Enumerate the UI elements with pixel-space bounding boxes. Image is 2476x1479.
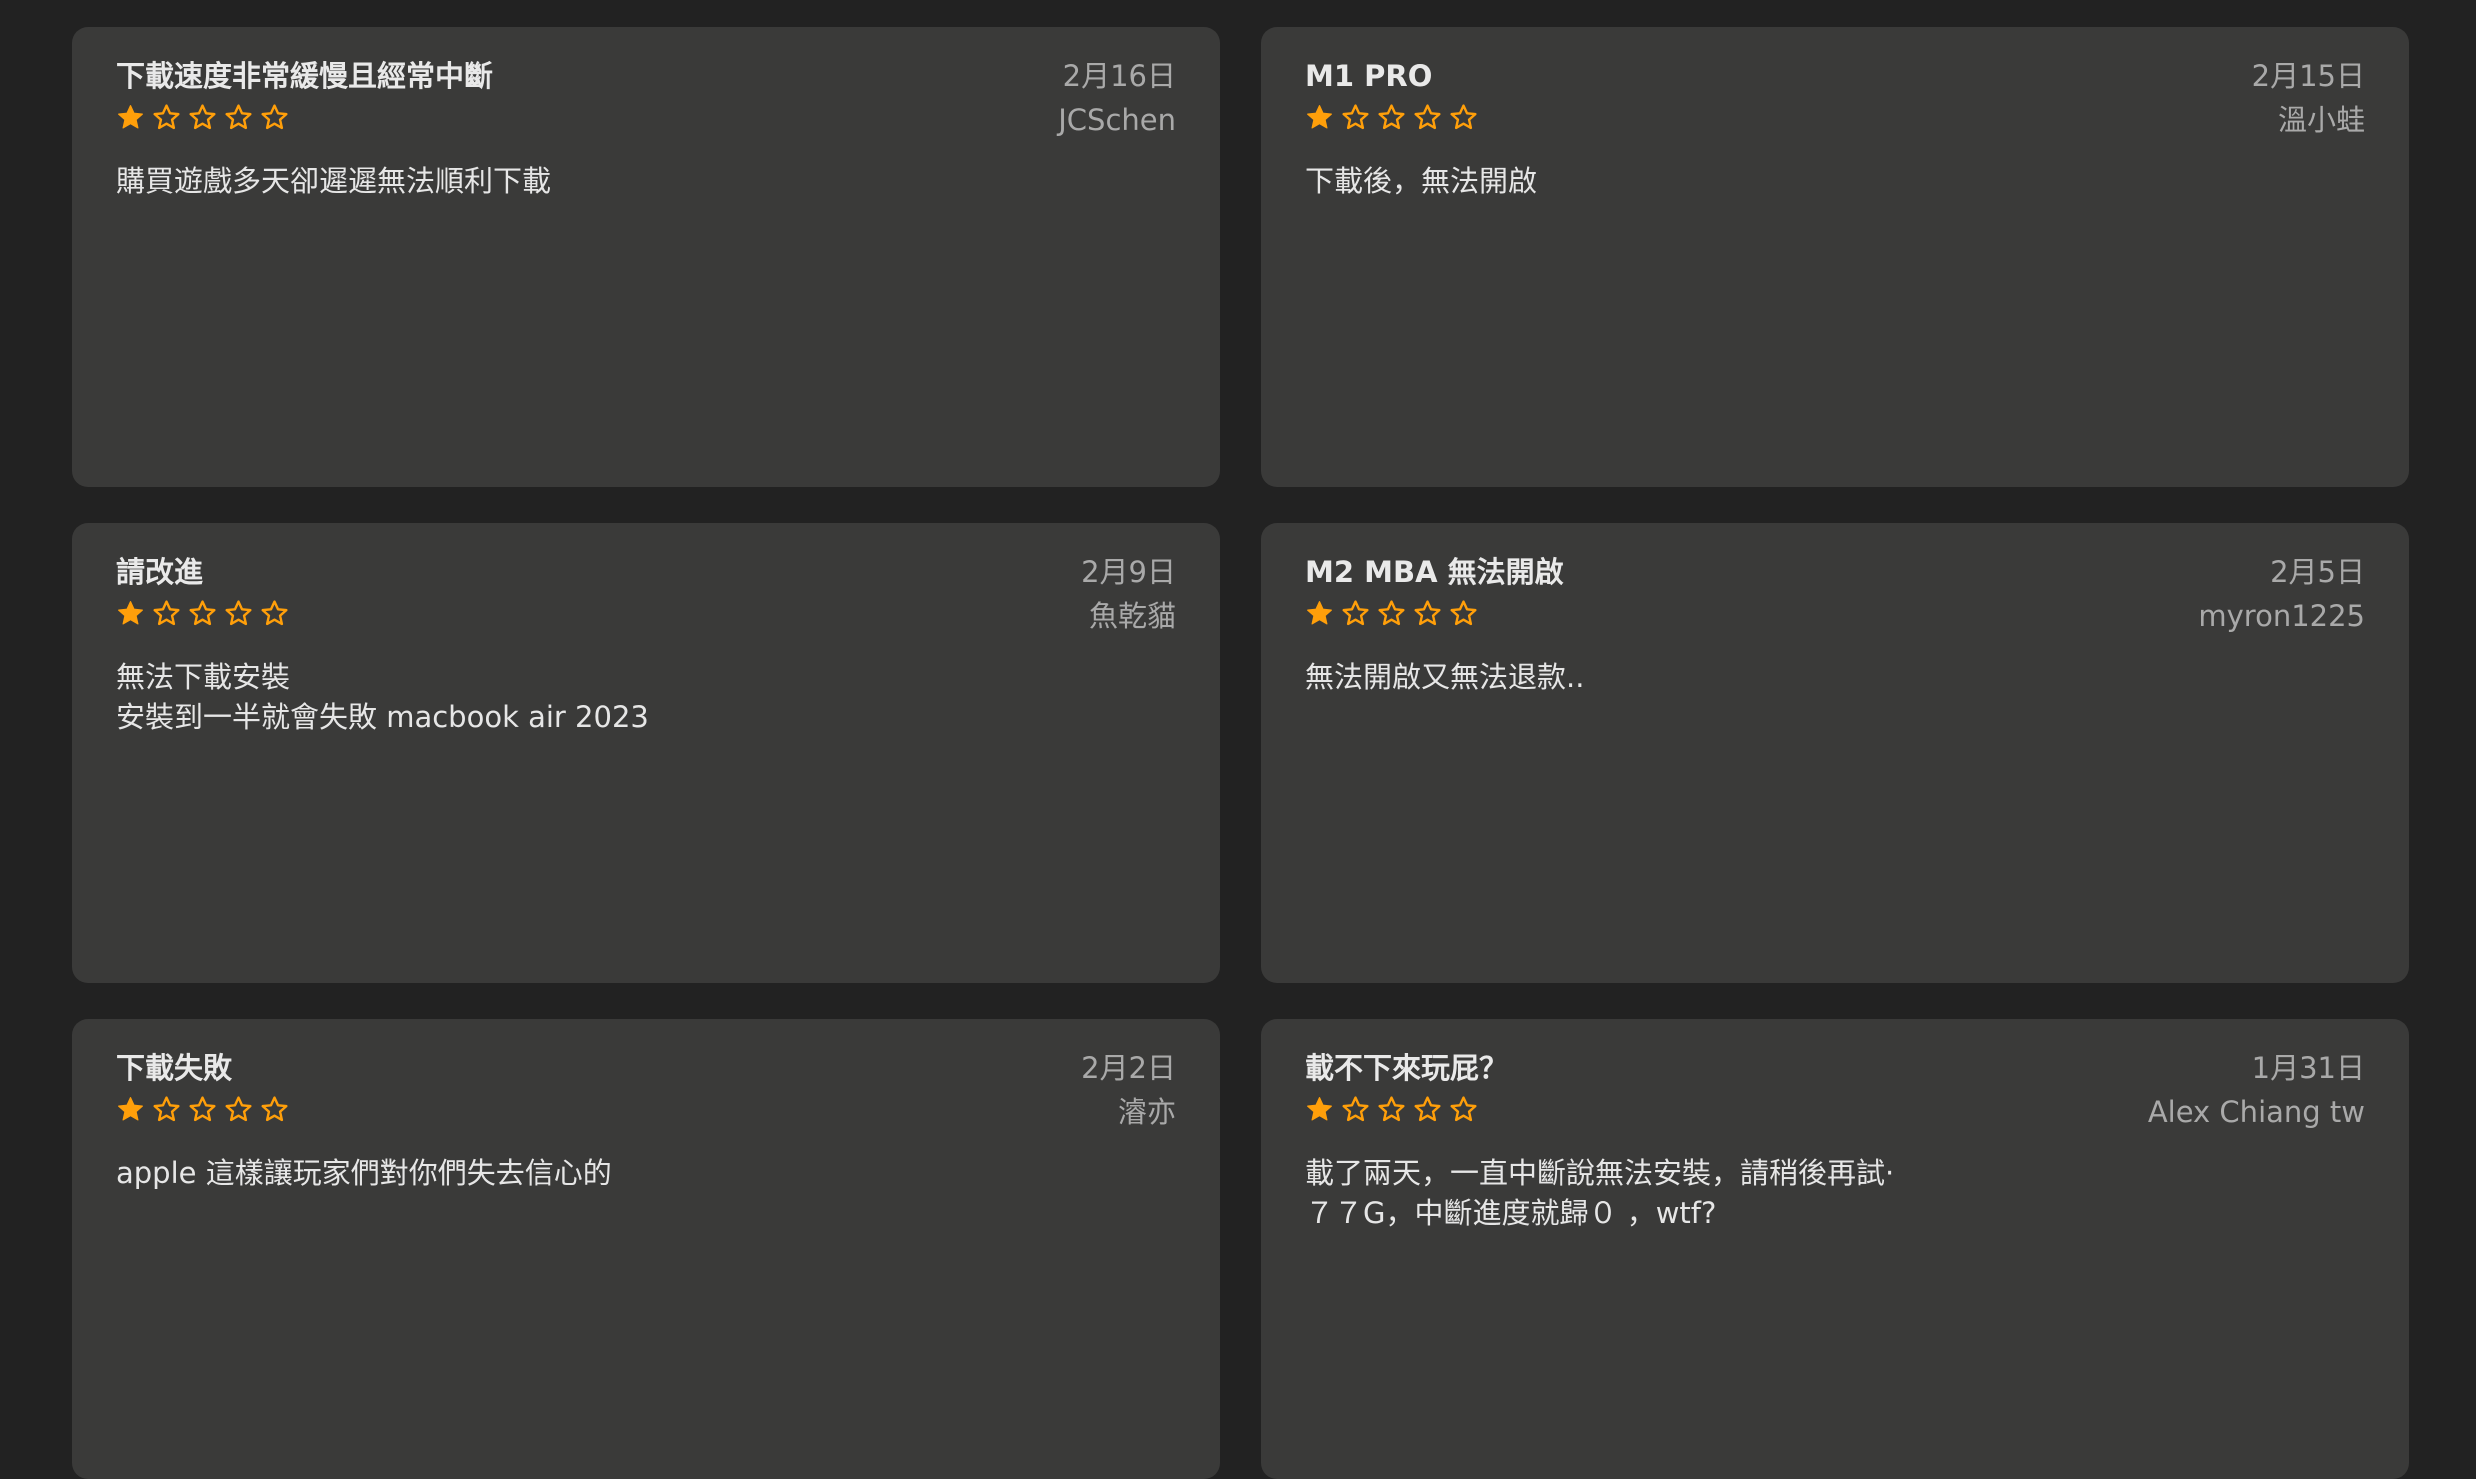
star-icon: [1342, 103, 1369, 129]
star-icon: [189, 1095, 216, 1121]
review-author: JCSchen: [1058, 103, 1176, 137]
review-author: 濬亦: [1117, 1095, 1176, 1129]
star-icon: [1414, 1095, 1441, 1121]
star-icon: [189, 599, 216, 625]
review-date: 1月31日: [2251, 1051, 2365, 1085]
review-card[interactable]: 載不下來玩屁？ 1月31日 Alex Chiang tw 載了兩天，一直中斷說無…: [1261, 1019, 2409, 1479]
rating-stars: [116, 598, 289, 628]
rating-stars: [1305, 598, 1564, 628]
review-date: 2月15日: [2251, 59, 2365, 93]
review-date: 2月9日: [1081, 555, 1176, 589]
star-icon: [1307, 104, 1332, 128]
star-icon: [1342, 599, 1369, 625]
star-icon: [261, 599, 288, 625]
rating-stars: [116, 102, 493, 132]
review-title: 請改進: [116, 555, 204, 589]
star-icon: [225, 599, 252, 625]
star-icon: [1450, 1095, 1477, 1121]
rating-stars: [1305, 1094, 1508, 1124]
review-body: 載了兩天，一直中斷說無法安裝，請稍後再試· ７７G，中斷進度就歸０ ，wtf?: [1305, 1156, 1895, 1230]
review-card[interactable]: 下載失敗 2月2日 濬亦 apple 這樣讓玩家們對你們失去信心的: [72, 1019, 1220, 1479]
review-date: 2月2日: [1081, 1051, 1176, 1085]
star-icon: [1414, 599, 1441, 625]
star-icon: [1378, 1095, 1405, 1121]
review-author: Alex Chiang tw: [2147, 1095, 2365, 1129]
review-title: 下載失敗: [116, 1051, 233, 1085]
star-icon: [261, 1095, 288, 1121]
star-icon: [118, 600, 143, 624]
star-icon: [1450, 103, 1477, 129]
review-author: 魚乾貓: [1088, 599, 1176, 633]
review-author: myron1225: [2198, 599, 2365, 633]
star-icon: [1342, 1095, 1369, 1121]
review-author: 溫小蛙: [2277, 103, 2365, 137]
review-body: 購買遊戲多天卻遲遲無法順利下載: [116, 164, 552, 198]
star-icon: [1378, 103, 1405, 129]
review-card[interactable]: M2 MBA 無法開啟 2月5日 myron1225 無法開啟又無法退款..: [1261, 523, 2409, 983]
review-date: 2月5日: [2270, 555, 2365, 589]
star-icon: [1307, 1096, 1332, 1120]
review-body: 無法下載安裝 安裝到一半就會失敗 macbook air 2023: [116, 660, 649, 734]
star-icon: [153, 1095, 180, 1121]
star-icon: [153, 599, 180, 625]
review-title: 下載速度非常緩慢且經常中斷: [116, 59, 494, 93]
star-icon: [1414, 103, 1441, 129]
star-icon: [1307, 600, 1332, 624]
star-icon: [1450, 599, 1477, 625]
review-body: 無法開啟又無法退款..: [1305, 660, 1585, 694]
review-card[interactable]: 請改進 2月9日 魚乾貓 無法下載安裝 安裝到一半就會失敗 macbook ai…: [72, 523, 1220, 983]
rating-stars: [116, 1094, 289, 1124]
review-card[interactable]: M1 PRO 2月15日 溫小蛙 下載後，無法開啟: [1261, 27, 2409, 487]
review-date: 2月16日: [1062, 59, 1176, 93]
review-title: M1 PRO: [1305, 59, 1433, 93]
rating-stars: [1305, 102, 1478, 132]
review-title: 載不下來玩屁？: [1305, 1051, 1509, 1085]
star-icon: [189, 103, 216, 129]
star-icon: [118, 1096, 143, 1120]
reviews-grid: 下載速度非常緩慢且經常中斷 2月16日 JCSchen 購買遊戲多天卻遲遲無法順…: [72, 27, 2409, 1479]
review-card[interactable]: 下載速度非常緩慢且經常中斷 2月16日 JCSchen 購買遊戲多天卻遲遲無法順…: [72, 27, 1220, 487]
star-icon: [225, 103, 252, 129]
review-title: M2 MBA 無法開啟: [1305, 555, 1564, 589]
review-body: 下載後，無法開啟: [1305, 164, 1538, 198]
star-icon: [225, 1095, 252, 1121]
star-icon: [153, 103, 180, 129]
star-icon: [118, 104, 143, 128]
star-icon: [261, 103, 288, 129]
review-body: apple 這樣讓玩家們對你們失去信心的: [116, 1156, 612, 1190]
star-icon: [1378, 599, 1405, 625]
